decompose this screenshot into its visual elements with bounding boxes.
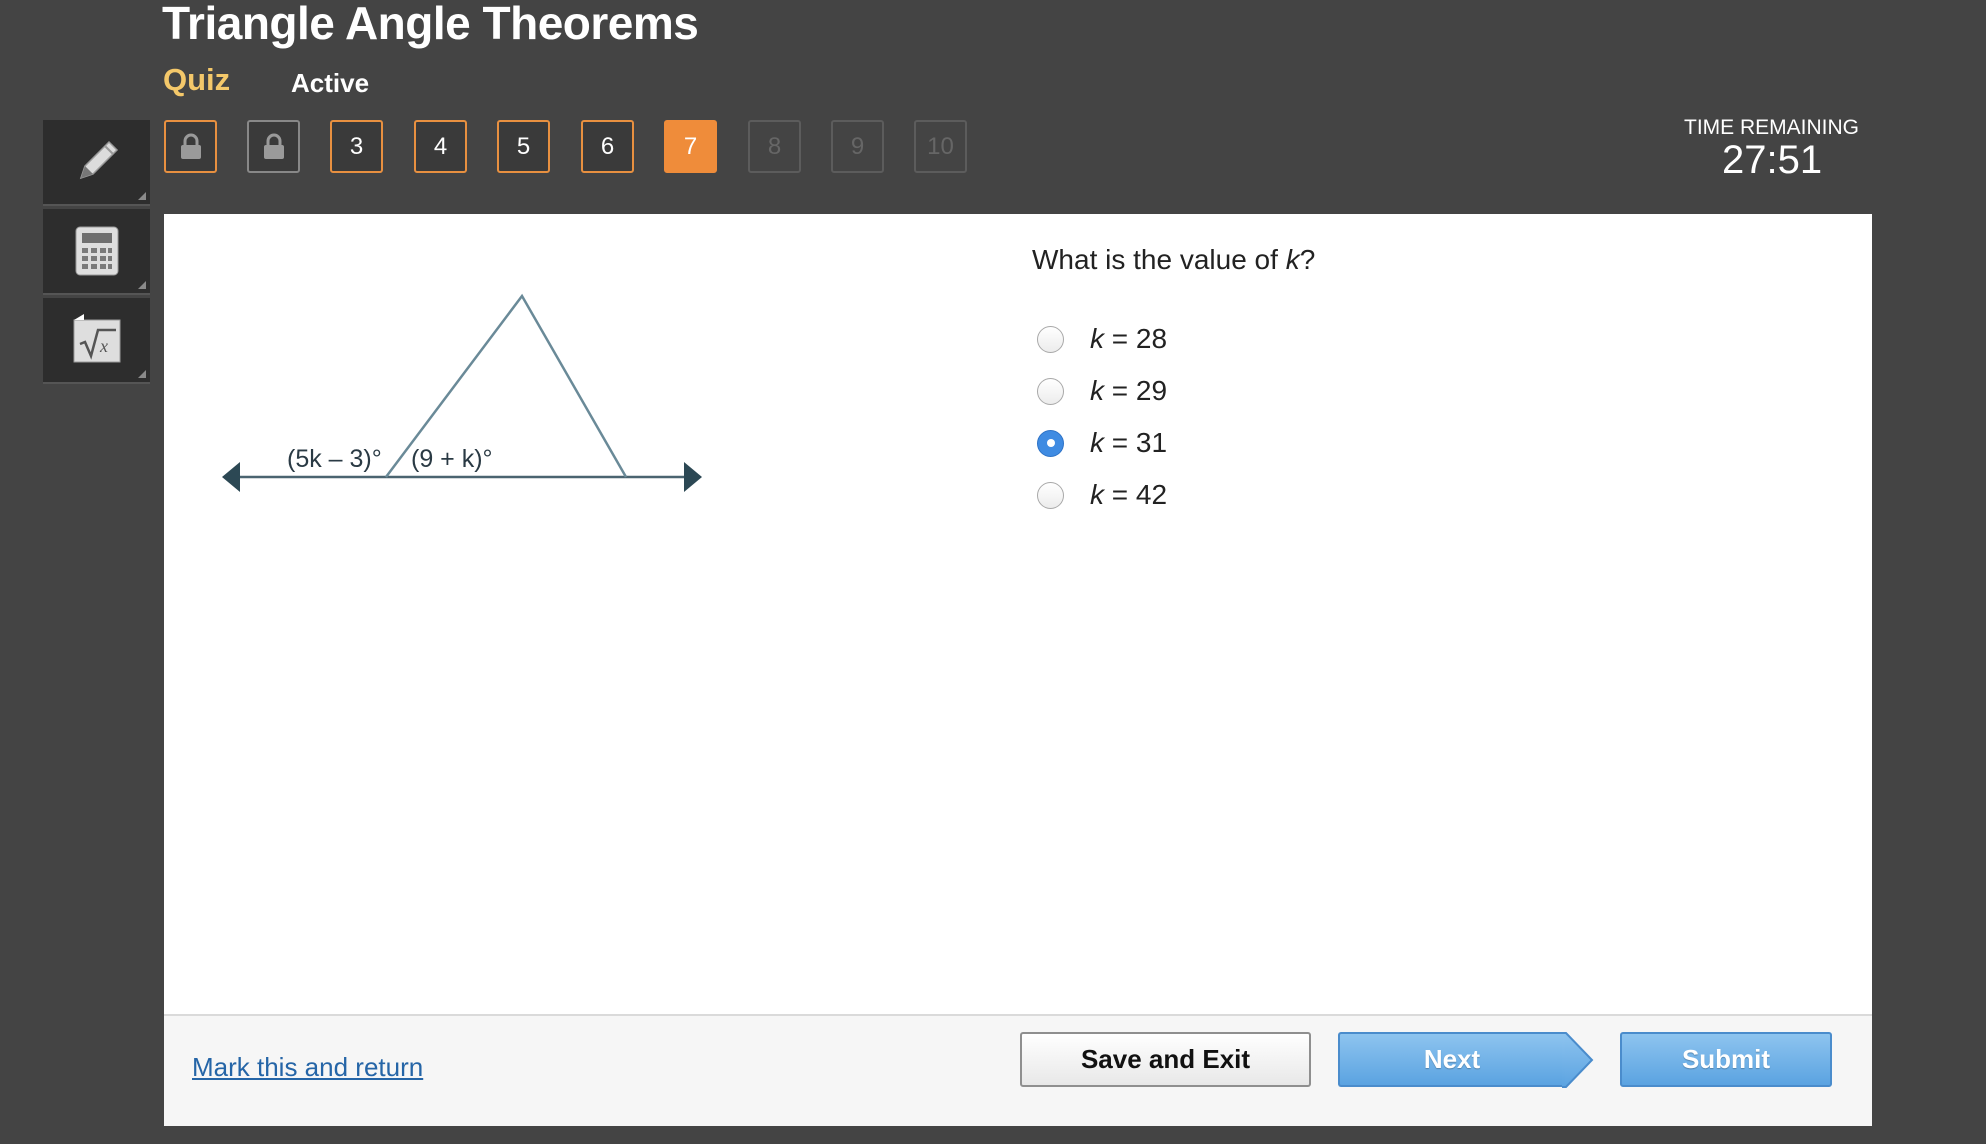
- right-arrowhead: [684, 462, 702, 492]
- interior-angle-label: (9 + k)°: [411, 445, 493, 473]
- timer-label: TIME REMAINING: [1684, 116, 1860, 139]
- save-and-exit-button[interactable]: Save and Exit: [1020, 1032, 1311, 1087]
- question-nav-7[interactable]: 7: [664, 120, 717, 173]
- mark-and-return-link[interactable]: Mark this and return: [192, 1052, 423, 1083]
- question-nav-2[interactable]: [247, 120, 300, 173]
- question-prefix: What is the value of: [1032, 244, 1286, 275]
- lock-icon: [263, 133, 284, 159]
- pencil-icon: [79, 140, 118, 180]
- quiz-label: Quiz: [163, 62, 231, 97]
- question-nav-9: 9: [831, 120, 884, 173]
- option-label: k = 29: [1090, 375, 1168, 406]
- radio-button-selected[interactable]: [1037, 429, 1064, 457]
- formula-sqrt-icon: x: [73, 314, 120, 363]
- question-nav-3[interactable]: 3: [330, 120, 383, 173]
- answer-option-4[interactable]: k = 42: [1037, 475, 1167, 515]
- status-label: Active: [291, 68, 370, 98]
- question-text: What is the value of k?: [1032, 244, 1315, 276]
- submit-button[interactable]: Submit: [1620, 1032, 1832, 1087]
- calculator-tool-button[interactable]: [43, 209, 150, 295]
- next-arrow-icon[interactable]: [1562, 1032, 1594, 1088]
- option-label: k = 28: [1090, 323, 1168, 354]
- triangle-diagram: (5k – 3)° (9 + k)°: [222, 293, 702, 492]
- question-nav-6[interactable]: 6: [581, 120, 634, 173]
- next-button[interactable]: Next: [1338, 1032, 1564, 1087]
- lock-icon: [180, 133, 201, 159]
- radio-button[interactable]: [1037, 377, 1064, 405]
- question-nav-4[interactable]: 4: [414, 120, 467, 173]
- option-label: k = 31: [1090, 427, 1168, 458]
- question-suffix: ?: [1299, 244, 1316, 275]
- answer-option-2[interactable]: k = 29: [1037, 371, 1167, 411]
- option-label: k = 42: [1090, 479, 1168, 510]
- question-nav-1[interactable]: [164, 120, 217, 173]
- svg-text:x: x: [99, 336, 108, 356]
- radio-button[interactable]: [1037, 481, 1064, 509]
- answer-option-1[interactable]: k = 28: [1037, 319, 1167, 359]
- question-nav-10: 10: [914, 120, 967, 173]
- page-title: Triangle Angle Theorems: [162, 0, 699, 49]
- question-nav-8: 8: [748, 120, 801, 173]
- exterior-angle-label: (5k – 3)°: [287, 445, 382, 473]
- left-arrowhead: [222, 462, 240, 492]
- calculator-icon: [75, 226, 118, 276]
- question-nav-5[interactable]: 5: [497, 120, 550, 173]
- formula-tool-button[interactable]: x: [43, 298, 150, 384]
- radio-button[interactable]: [1037, 325, 1064, 353]
- question-panel: (5k – 3)° (9 + k)° What is the value of …: [164, 214, 1872, 1126]
- pencil-tool-button[interactable]: [43, 120, 150, 206]
- answer-option-3[interactable]: k = 31: [1037, 423, 1167, 463]
- question-variable: k: [1285, 244, 1300, 275]
- timer-value: 27:51: [1722, 138, 1823, 182]
- footer-bar: Mark this and return Save and Exit Next …: [164, 1014, 1872, 1126]
